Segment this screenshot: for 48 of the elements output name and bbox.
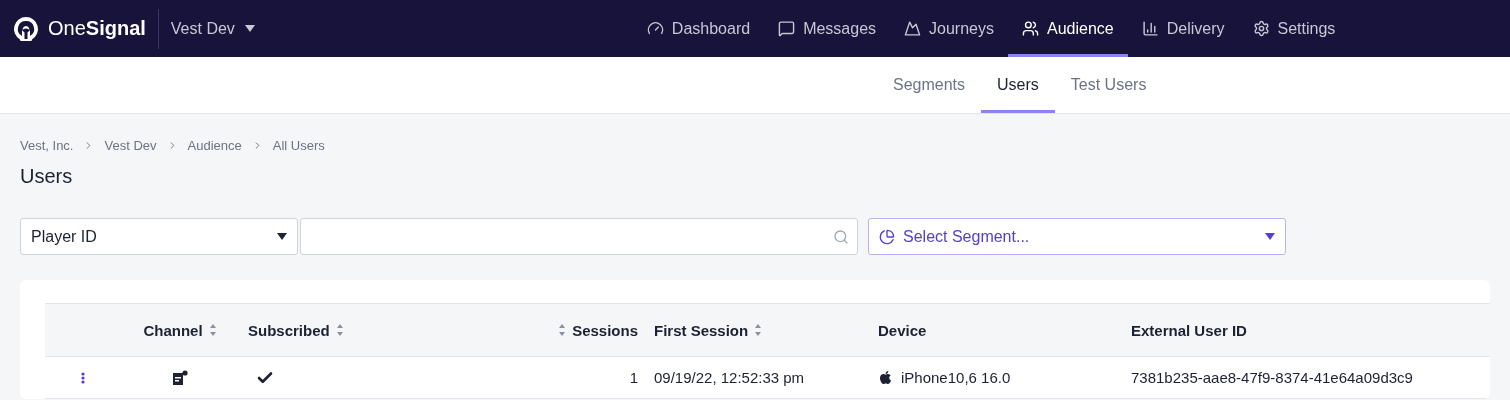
nav-tab[interactable]: Journeys [890,0,1008,57]
search-icon [833,228,849,245]
breadcrumb-link[interactable]: Audience [187,138,242,153]
kebab-menu-icon [80,371,85,384]
table-cell: 09/19/22, 12:52:33 pm [654,369,805,386]
column-header: Sessions [572,321,638,339]
settings-icon [1252,20,1270,37]
breadcrumb-link[interactable]: Vest, Inc. [20,138,74,153]
chat-icon [778,20,796,37]
search-field[interactable] [300,218,858,255]
pie-chart-icon [879,228,895,245]
apple-icon [878,370,893,385]
sub-tab[interactable]: Test Users [1054,57,1163,113]
breadcrumb-link[interactable]: Vest Dev [104,138,157,153]
bar-chart-icon [1141,20,1159,37]
column-header: Channel [143,321,203,339]
segment-select[interactable]: Select Segment... [868,218,1286,255]
sub-tab[interactable]: Segments [877,57,982,113]
brand-name: OneSignal [48,17,146,40]
mountain-icon [904,20,922,37]
column-header: Device [878,321,927,339]
nav-tab[interactable]: Delivery [1127,0,1239,57]
sub-tab[interactable]: Users [981,57,1055,113]
sort-icon[interactable] [208,323,217,337]
gauge-icon [646,20,664,37]
people-icon [1022,20,1039,37]
table-cell: 7381b235-aae8-47f9-8374-41e64a09d3c9 [1131,369,1413,386]
column-header: External User ID [1131,321,1247,339]
field-select[interactable]: Player ID [20,218,298,255]
caret-icon [244,25,255,32]
caret-icon [277,233,287,240]
table-cell: 1 [629,369,638,386]
logo-icon [12,14,40,43]
nav-tab[interactable]: Dashboard [632,0,765,57]
nav-tab[interactable]: Settings [1238,0,1350,57]
table-cell: iPhone10,6 16.0 [901,369,1011,386]
sort-icon[interactable] [558,323,567,337]
column-header: First Session [654,321,749,339]
app-switcher[interactable]: Vest Dev [158,19,267,38]
sort-icon[interactable] [335,323,344,337]
caret-icon [1265,233,1275,240]
column-header: Subscribed [248,321,330,339]
nav-tab[interactable]: Messages [764,0,891,57]
sort-icon[interactable] [754,323,763,337]
channel-icon [172,369,188,386]
row-menu-button[interactable] [80,371,85,384]
page-title: Users [20,165,74,188]
breadcrumb-link[interactable]: All Users [272,138,325,153]
